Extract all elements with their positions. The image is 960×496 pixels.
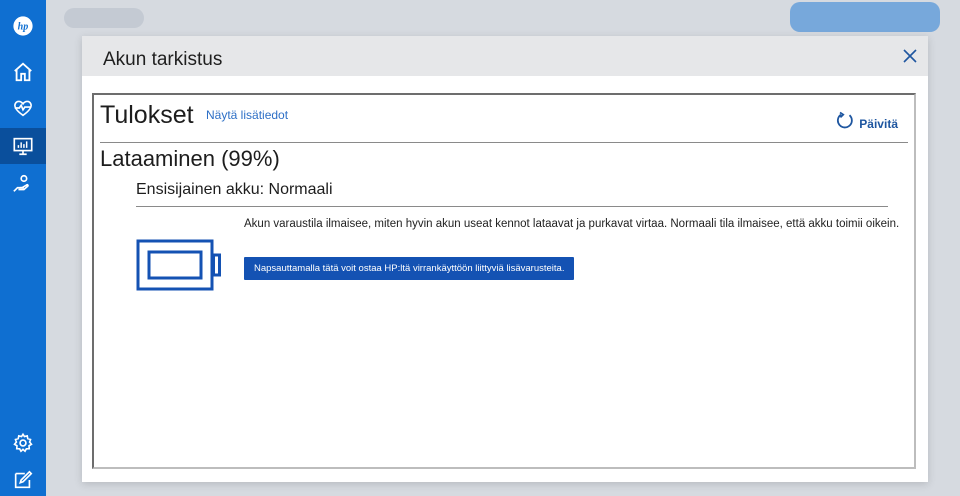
home-icon[interactable]: [0, 54, 46, 90]
buy-accessories-button[interactable]: Napsauttamalla tätä voit ostaa HP:ltä vi…: [244, 257, 575, 280]
dialog-header: Akun tarkistus: [82, 36, 928, 76]
divider: [136, 206, 888, 207]
battery-icon: [136, 239, 222, 291]
battery-check-dialog: Akun tarkistus Tulokset Näytä lisätiedot…: [82, 36, 928, 482]
heart-pulse-icon[interactable]: [0, 90, 46, 126]
hand-support-icon[interactable]: [0, 166, 46, 202]
app-nav-rail: hp: [0, 0, 46, 496]
hp-logo-icon: hp: [0, 8, 46, 44]
results-title: Tulokset: [100, 101, 194, 129]
svg-text:hp: hp: [18, 22, 29, 33]
feedback-icon[interactable]: [0, 462, 46, 496]
background-blur: [64, 8, 144, 28]
refresh-label: Päivitä: [859, 116, 898, 131]
refresh-icon: [835, 111, 855, 136]
refresh-button[interactable]: Päivitä: [835, 111, 898, 136]
show-details-link[interactable]: Näytä lisätiedot: [206, 108, 288, 122]
primary-battery-status: Ensisijainen akku: Normaali: [136, 181, 333, 198]
results-panel: Tulokset Näytä lisätiedot Päivitä Lataam…: [92, 93, 916, 469]
gear-icon[interactable]: [0, 425, 46, 461]
divider: [100, 142, 908, 143]
battery-description: Akun varaustila ilmaisee, miten hyvin ak…: [244, 218, 900, 230]
charging-status: Lataaminen (99%): [100, 146, 280, 171]
close-icon[interactable]: [900, 46, 920, 66]
background-blur: [790, 2, 940, 32]
monitor-chart-icon[interactable]: [0, 128, 46, 164]
dialog-title: Akun tarkistus: [103, 49, 223, 70]
